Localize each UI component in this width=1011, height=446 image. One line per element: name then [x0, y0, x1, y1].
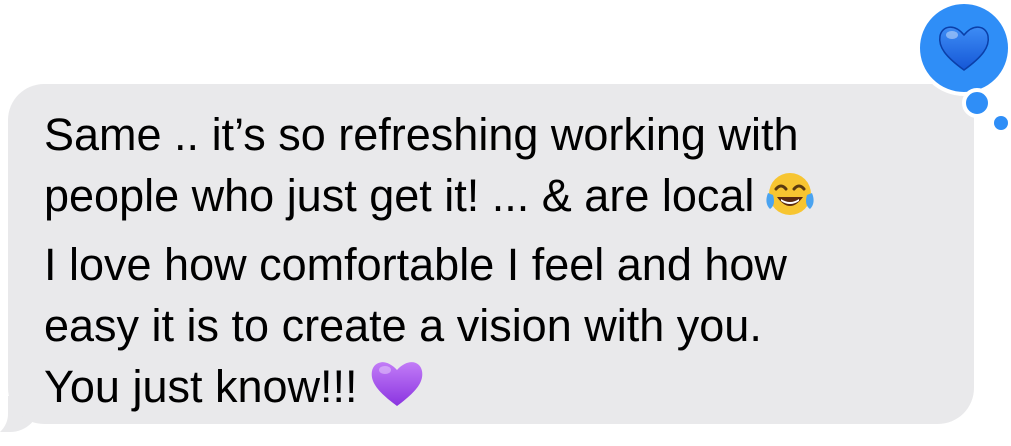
- message-text: Same .. it’s so refreshing working with …: [44, 104, 964, 425]
- message-line-text: I love how comfortable I feel and how: [44, 239, 787, 290]
- message-line: I love how comfortable I feel and how: [44, 234, 964, 295]
- message-line: You just know!!!: [44, 356, 964, 425]
- tapback-tail-dot: [962, 88, 992, 118]
- message-line: people who just get it! ... & are local: [44, 165, 964, 234]
- blue-heart-icon: [936, 22, 992, 79]
- message-line-text: You just know!!!: [44, 361, 358, 412]
- tears-of-joy-emoji-icon: [764, 169, 816, 234]
- message-line-text: Same .. it’s so refreshing working with: [44, 109, 799, 160]
- tapback-tail-dot-small: [994, 116, 1008, 130]
- conversation-view: Same .. it’s so refreshing working with …: [0, 0, 1011, 446]
- message-line: easy it is to create a vision with you.: [44, 295, 964, 356]
- tapback-bubble[interactable]: [916, 0, 1011, 96]
- message-line-text: people who just get it! ... & are local: [44, 170, 755, 221]
- message-line-text: easy it is to create a vision with you.: [44, 300, 762, 351]
- purple-heart-emoji-icon: [368, 356, 426, 425]
- message-line: Same .. it’s so refreshing working with: [44, 104, 964, 165]
